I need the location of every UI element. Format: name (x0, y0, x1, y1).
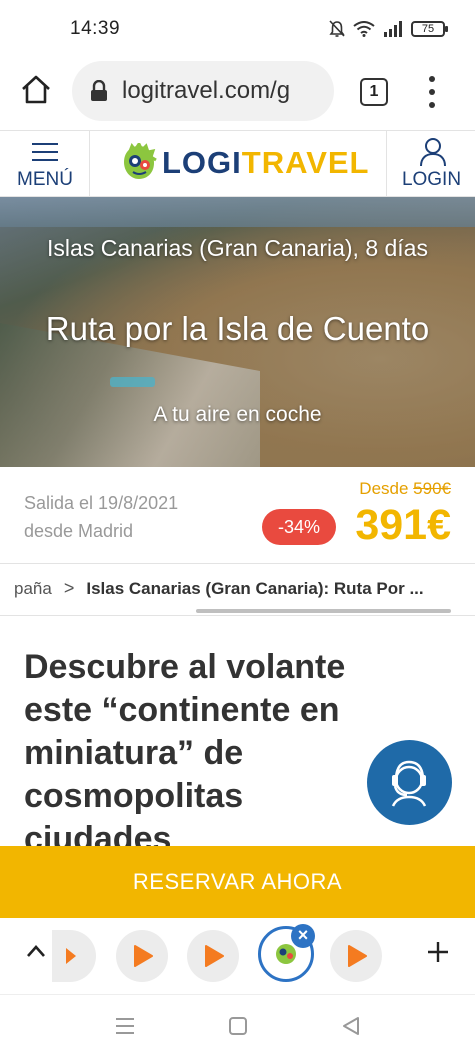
site-header: MENÚ LOGI TRAVEL LOGIN (0, 130, 475, 197)
chevron-up-icon[interactable] (26, 944, 46, 958)
reserve-now-button[interactable]: RESERVAR AHORA (0, 846, 475, 918)
logo-text-travel: TRAVEL (241, 145, 370, 180)
discount-badge: -34% (262, 509, 336, 545)
more-dot (429, 102, 435, 108)
address-bar[interactable]: logitravel.com/g (72, 61, 334, 121)
more-dot (429, 76, 435, 82)
bell-off-icon (329, 20, 345, 37)
from-label: Desde (359, 479, 409, 498)
menu-label: MENÚ (17, 169, 73, 190)
hero-banner: Islas Canarias (Gran Canaria), 8 días Ru… (0, 197, 475, 467)
breadcrumb-item-previous[interactable]: paña (14, 579, 52, 599)
breadcrumb-scrollbar[interactable] (196, 609, 451, 613)
battery-icon: 75 (411, 21, 448, 37)
close-bubble-button[interactable]: × (291, 924, 315, 948)
recent-apps-icon[interactable] (114, 1015, 136, 1037)
hero-title: Ruta por la Isla de Cuento (45, 310, 430, 347)
bubble-bar: × (0, 918, 475, 994)
hero-sea (0, 197, 475, 227)
from-price: Desde 590€ (359, 479, 451, 499)
breadcrumb-row: paña > Islas Canarias (Gran Canaria): Ru… (14, 578, 424, 599)
headset-agent-icon (391, 760, 427, 807)
departure-city: desde Madrid (24, 521, 134, 541)
user-icon (420, 138, 446, 167)
play-icon (348, 945, 367, 967)
price-bar: Salida el 19/8/2021 desde Madrid Desde 5… (0, 467, 475, 564)
home-nav-icon[interactable] (227, 1015, 249, 1037)
hamburger-icon (32, 143, 58, 161)
more-dot (429, 89, 435, 95)
breadcrumb-separator: > (63, 578, 75, 598)
current-price: 391€ (355, 501, 451, 549)
departure-date: Salida el 19/8/2021 (24, 493, 179, 513)
hero-region: Islas Canarias (Gran Canaria), 8 días (47, 235, 428, 261)
old-price: 590€ (413, 479, 451, 498)
home-icon[interactable] (20, 74, 52, 106)
status-bar: 14:39 75 (0, 0, 475, 58)
login-label: LOGIN (401, 169, 462, 190)
support-chat-button[interactable] (367, 740, 452, 825)
back-icon[interactable] (340, 1015, 362, 1037)
bubble-app[interactable] (187, 930, 239, 982)
logo-mark-icon (124, 143, 157, 179)
hero-subtitle: A tu aire en coche (153, 403, 322, 426)
tab-switcher-button[interactable]: 1 (360, 78, 388, 106)
logitravel-logo[interactable]: LOGI TRAVEL (120, 143, 369, 183)
login-button[interactable]: LOGIN (386, 131, 475, 197)
logo-text-logi: LOGI (162, 145, 242, 180)
system-navigation-bar (0, 994, 475, 1056)
hero-pool (110, 377, 155, 387)
signal-icon (384, 21, 402, 37)
breadcrumb-item-current: Islas Canarias (Gran Canaria): Ruta Por … (86, 578, 424, 598)
status-icons: 75 (329, 20, 448, 38)
bubble-app[interactable] (330, 930, 382, 982)
wifi-icon (353, 21, 375, 37)
bubble-app-partial[interactable] (52, 930, 96, 982)
status-time: 14:39 (70, 18, 121, 39)
play-icon (66, 948, 76, 964)
plus-icon[interactable] (426, 940, 450, 964)
play-icon (134, 945, 153, 967)
departure-info: Salida el 19/8/2021 desde Madrid (24, 489, 178, 545)
play-icon (205, 945, 224, 967)
menu-button[interactable]: MENÚ (0, 131, 90, 197)
breadcrumb: paña > Islas Canarias (Gran Canaria): Ru… (0, 564, 475, 616)
content-heading: Descubre al volante este “continente en … (24, 648, 346, 846)
more-options-icon[interactable] (424, 76, 440, 108)
url-text: logitravel.com/g (122, 77, 291, 104)
lock-icon (91, 80, 107, 101)
bubble-app[interactable] (116, 930, 168, 982)
browser-toolbar: logitravel.com/g 1 (0, 58, 475, 126)
